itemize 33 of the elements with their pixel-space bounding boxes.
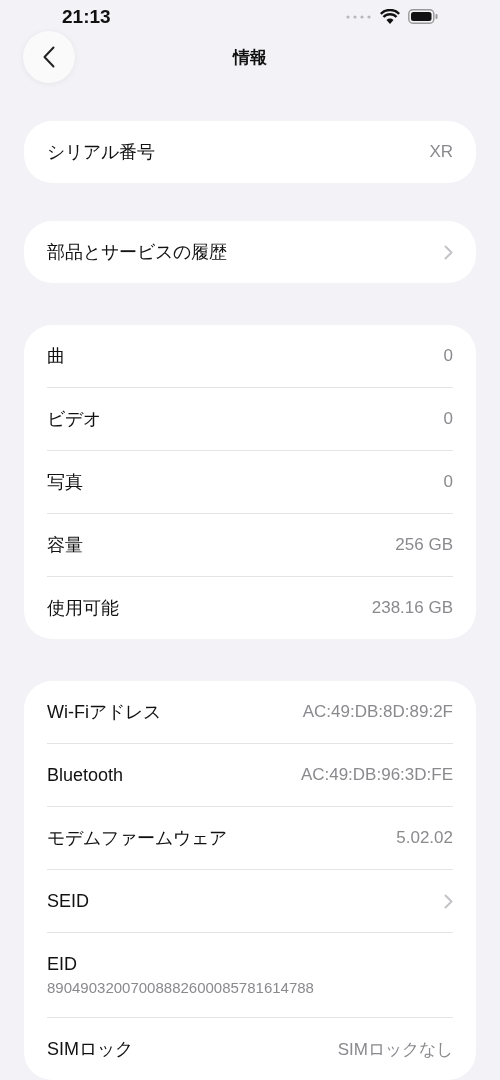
row-value: 0: [443, 472, 453, 492]
chevron-icon: [444, 244, 453, 260]
row-value: AC:49:DB:96:3D:FE: [300, 765, 453, 785]
row-value: 89049032007008882600085781614788: [47, 979, 315, 996]
row-value: 238.16 GB: [371, 598, 453, 618]
row-label: 曲: [47, 345, 65, 368]
wifi-icon: [380, 9, 400, 24]
battery-icon: [408, 9, 438, 24]
list-row[interactable]: 部品とサービスの履歴: [47, 221, 453, 283]
row-label: シリアル番号: [47, 141, 155, 164]
row-label: 写真: [47, 471, 83, 494]
back-icon: [43, 46, 55, 68]
status-time: 21:13: [62, 5, 111, 28]
list-row[interactable]: SEID: [47, 869, 453, 932]
row-value: 5.02.02: [396, 828, 453, 848]
row-label: Wi-Fiアドレス: [47, 701, 161, 724]
row-value: 256 GB: [395, 535, 453, 555]
row-label: モデムファームウェア: [47, 827, 227, 850]
row-value: AC:49:DB:8D:89:2F: [302, 702, 453, 722]
row-label: ビデオ: [47, 408, 101, 431]
back-button[interactable]: [23, 31, 75, 83]
row-label: Bluetooth: [47, 764, 124, 786]
row-value: 0: [443, 346, 453, 366]
chevron-icon: [444, 893, 453, 909]
page-title: 情報: [233, 46, 267, 69]
row-value: XR: [429, 142, 453, 162]
row-label: 使用可能: [47, 597, 119, 620]
row-label: EID: [47, 954, 78, 975]
row-label: SIMロック: [47, 1038, 133, 1061]
row-label: 容量: [47, 534, 83, 557]
row-value: SIMロックなし: [337, 1038, 453, 1061]
signal-dots-icon: [346, 14, 372, 19]
row-value: 0: [443, 409, 453, 429]
